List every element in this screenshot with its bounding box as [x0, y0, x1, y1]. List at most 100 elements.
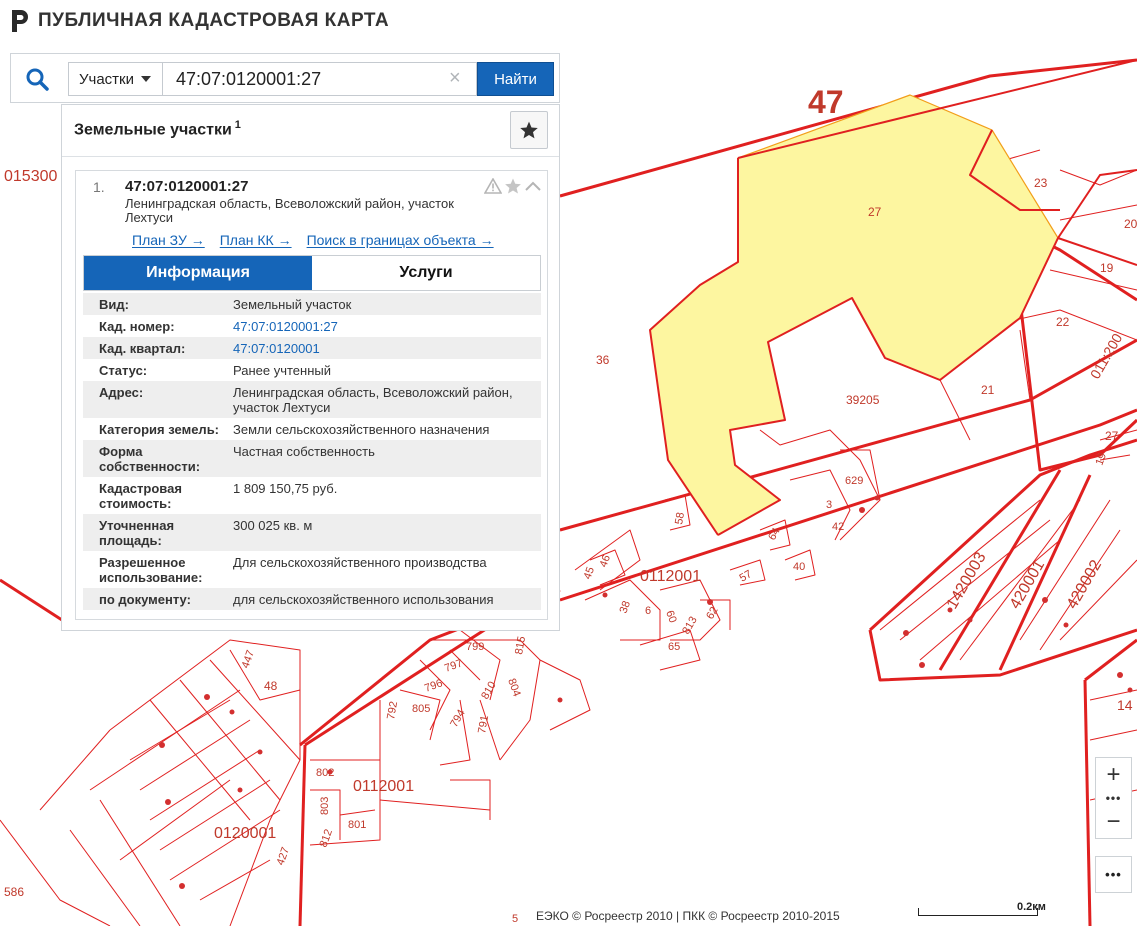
tab-information[interactable]: Информация [84, 256, 312, 290]
info-value: Ранее учтенный [233, 363, 331, 378]
svg-text:39205: 39205 [846, 393, 880, 407]
result-cad-number[interactable]: 47:07:0120001:27 [125, 178, 248, 195]
info-key: Адрес: [99, 385, 144, 400]
info-row: по документу: для сельскохозяйственного и… [83, 588, 541, 610]
svg-text:813: 813 [680, 615, 700, 637]
svg-text:796: 796 [423, 677, 444, 695]
svg-text:447: 447 [240, 649, 258, 670]
info-value: Ленинградская область, Всеволожский райо… [233, 385, 513, 415]
svg-text:19: 19 [1094, 451, 1109, 467]
svg-text:812: 812 [318, 828, 336, 849]
svg-text:40: 40 [793, 561, 805, 573]
clear-icon[interactable]: × [449, 68, 461, 88]
info-row: Форма собственности: Частная собственност… [83, 440, 541, 477]
zoom-in-button[interactable]: + [1096, 758, 1131, 791]
svg-text:36: 36 [596, 353, 610, 367]
map-attribution: ЕЭКО © Росреестр 2010 | ПКК © Росреестр … [536, 909, 840, 923]
svg-text:60: 60 [663, 609, 678, 625]
panel-title: Земельные участки 1 [74, 119, 241, 139]
info-row: Адрес: Ленинградская область, Всеволожски… [83, 381, 541, 418]
plan-kk-link[interactable]: План КК → [220, 232, 292, 248]
info-row: Кад. квартал: 47:07:0120001 [83, 337, 541, 359]
info-row: Разрешенное использование: Для сельскохоз… [83, 551, 541, 588]
result-card: 1. 47:07:0120001:27 Ленинградская област… [75, 170, 548, 620]
svg-text:46: 46 [598, 553, 613, 569]
panel-divider [62, 156, 559, 157]
panel-title-text: Земельные участки [74, 121, 232, 139]
info-row: Категория земель: Земли сельскохозяйствен… [83, 418, 541, 440]
svg-text:62: 62 [704, 605, 721, 622]
svg-text:805: 805 [412, 703, 430, 715]
svg-text:5: 5 [512, 913, 518, 925]
result-tabs: Информация Услуги [83, 255, 541, 291]
svg-text:6: 6 [645, 605, 651, 617]
zoom-out-button[interactable]: − [1096, 805, 1131, 838]
svg-text:792: 792 [385, 700, 400, 720]
result-links: План ЗУ → План КК → Поиск в границах объ… [132, 232, 494, 248]
tab-services[interactable]: Услуги [312, 256, 540, 290]
svg-text:22: 22 [1056, 315, 1070, 329]
zoom-control: + ••• − [1095, 757, 1132, 839]
svg-text:629: 629 [845, 475, 863, 487]
svg-text:65: 65 [668, 641, 680, 653]
search-input[interactable] [162, 62, 477, 96]
chevron-up-icon[interactable] [524, 179, 542, 193]
search-in-bounds-link[interactable]: Поиск в границах объекта → [307, 232, 494, 248]
object-type-label: Участки [79, 70, 134, 88]
info-value[interactable]: 47:07:0120001:27 [233, 319, 541, 334]
info-key: Разрешенное использование: [99, 555, 203, 585]
object-type-select[interactable]: Участки [68, 62, 162, 96]
svg-text:815: 815 [513, 635, 528, 655]
info-key: Форма собственности: [99, 444, 201, 474]
find-button[interactable]: Найти [477, 62, 554, 96]
app-title: ПУБЛИЧНАЯ КАДАСТРОВАЯ КАРТА [38, 10, 390, 31]
search-icon[interactable] [25, 67, 49, 91]
svg-text:0120001: 0120001 [214, 825, 276, 842]
star-icon[interactable] [504, 177, 522, 195]
svg-text:48: 48 [264, 679, 278, 693]
info-value: Земельный участок [233, 297, 352, 312]
svg-text:20: 20 [1124, 217, 1137, 231]
info-key: Кадастровая стоимость: [99, 481, 182, 511]
info-row: Статус: Ранее учтенный [83, 359, 541, 381]
warning-icon[interactable] [484, 178, 502, 194]
result-address: Ленинградская область, Всеволожский райо… [125, 196, 454, 225]
svg-text:1420003: 1420003 [944, 549, 990, 612]
info-value[interactable]: 47:07:0120001 [233, 341, 541, 356]
info-key: Уточненная площадь: [99, 518, 175, 548]
svg-text:38: 38 [618, 599, 633, 615]
chevron-down-icon [141, 76, 151, 82]
svg-text:27: 27 [868, 205, 882, 219]
selected-parcel[interactable] [649, 94, 1059, 536]
svg-text:799: 799 [466, 641, 484, 653]
result-count: 1 [234, 119, 241, 131]
scale-label: 0.2км [1017, 901, 1046, 913]
svg-text:427: 427 [275, 846, 293, 867]
info-row: Вид: Земельный участок [83, 293, 541, 315]
info-key: Категория земель: [99, 422, 220, 437]
svg-text:011:200: 011:200 [1087, 330, 1126, 381]
svg-text:0112001: 0112001 [353, 778, 414, 795]
favorites-button[interactable] [510, 111, 548, 149]
info-key: по документу: [99, 592, 191, 607]
info-value: Для сельскохозяйственного производства [233, 555, 487, 570]
result-tools [484, 177, 542, 195]
svg-text:21: 21 [981, 383, 995, 397]
svg-text:586: 586 [4, 885, 24, 899]
svg-text:23: 23 [1034, 176, 1048, 190]
svg-text:797: 797 [443, 657, 464, 675]
svg-text:804: 804 [505, 677, 523, 698]
info-key: Статус: [99, 363, 148, 378]
svg-text:3: 3 [826, 499, 832, 511]
more-tools-button[interactable]: ••• [1095, 856, 1132, 893]
svg-text:801: 801 [348, 819, 366, 831]
svg-text:58: 58 [673, 511, 687, 525]
star-icon [520, 121, 538, 139]
results-panel: Земельные участки 1 1. 47:07:0120001:27 Л… [61, 104, 560, 631]
info-value: 300 025 кв. м [233, 518, 313, 533]
svg-text:14: 14 [1117, 697, 1133, 713]
plan-zu-link[interactable]: План ЗУ → [132, 232, 205, 248]
svg-text:45: 45 [582, 565, 597, 581]
svg-text:015300: 015300 [4, 168, 57, 185]
search-bar: Участки × Найти [10, 53, 560, 103]
